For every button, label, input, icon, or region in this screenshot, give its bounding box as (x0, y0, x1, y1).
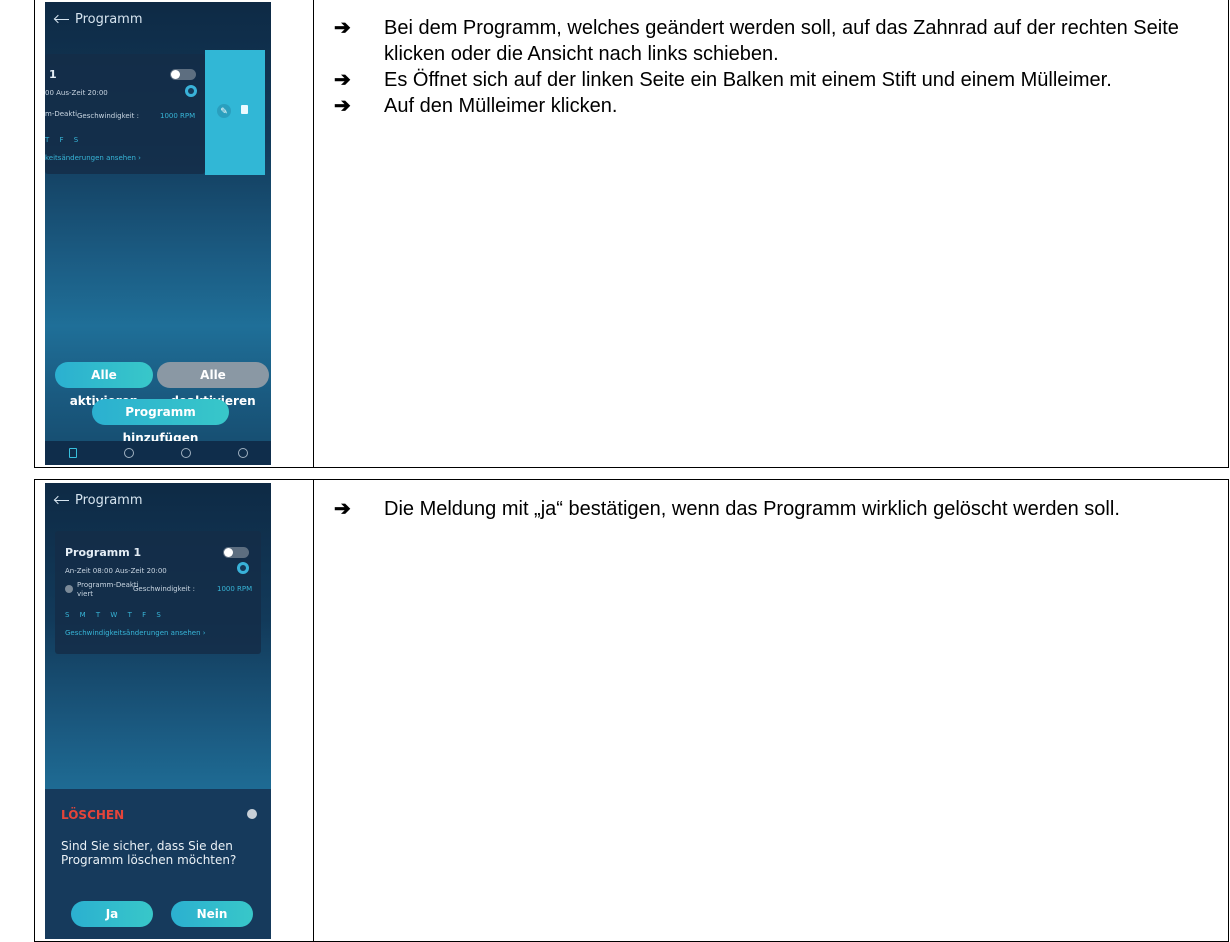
step-text: Bei dem Programm, welches geändert werde… (384, 17, 1179, 65)
step-item: ➔ Bei dem Programm, welches geändert wer… (334, 15, 1206, 67)
swipe-action-bar: ✎ (205, 50, 265, 175)
program-toggle[interactable] (170, 69, 196, 80)
speed-label: Geschwindigkeit : (77, 112, 139, 120)
app-header: Programm (55, 493, 143, 508)
back-arrow-icon[interactable] (55, 15, 69, 25)
page-title: Programm (75, 493, 143, 508)
phone-screenshot: Programm 1 00 Aus-Zeit 20:00 m-Deakti Ge… (45, 2, 271, 465)
activate-all-button[interactable]: Alle aktivieren (55, 362, 153, 408)
deactivation-label-2: viert (77, 590, 94, 598)
arrow-icon: ➔ (334, 69, 351, 91)
instruction-table-1: Programm 1 00 Aus-Zeit 20:00 m-Deakti Ge… (34, 0, 1229, 468)
program-toggle[interactable] (223, 547, 249, 558)
program-card[interactable]: 1 00 Aus-Zeit 20:00 m-Deakti Geschwindig… (45, 54, 205, 174)
arrow-icon: ➔ (334, 17, 351, 39)
trash-icon[interactable] (241, 105, 248, 114)
gear-icon[interactable] (237, 562, 249, 574)
weekdays: S M T W T F S (65, 611, 165, 619)
no-button[interactable]: Nein (171, 901, 253, 927)
gear-icon[interactable] (185, 85, 197, 97)
arrow-icon: ➔ (334, 95, 351, 117)
instruction-text-cell: ➔ Bei dem Programm, welches geändert wer… (314, 0, 1228, 467)
step-item: ➔ Die Meldung mit „ja“ bestätigen, wenn … (334, 496, 1206, 522)
speed-value: 1000 RPM (160, 112, 196, 120)
settings-tab-icon[interactable] (237, 448, 248, 458)
phone-screenshot: Programm Programm 1 An-Zeit 08:00 Aus-Ze… (45, 483, 271, 939)
speed-value: 1000 RPM (217, 585, 253, 593)
dialog-message: Sind Sie sicher, dass Sie den Programm l… (61, 839, 237, 867)
speed-label: Geschwindigkeit : (133, 585, 195, 593)
status-dot (65, 585, 73, 593)
speed-changes-link[interactable]: Geschwindigkeitsänderungen ansehen › (65, 629, 206, 637)
yes-button[interactable]: Ja (71, 901, 153, 927)
program-title: 1 (49, 68, 57, 81)
deactivate-all-button[interactable]: Alle deaktivieren (157, 362, 269, 408)
deactivation-label-1: Programm-Deakti (77, 581, 139, 589)
arrow-icon: ➔ (334, 498, 351, 520)
program-times: An-Zeit 08:00 Aus-Zeit 20:00 (65, 567, 167, 575)
step-text: Es Öffnet sich auf der linken Seite ein … (384, 69, 1112, 91)
program-card[interactable]: Programm 1 An-Zeit 08:00 Aus-Zeit 20:00 … (55, 531, 261, 654)
dialog-title: LÖSCHEN (61, 808, 125, 822)
instruction-table-2: Programm Programm 1 An-Zeit 08:00 Aus-Ze… (34, 479, 1229, 942)
program-title: Programm 1 (65, 546, 142, 559)
app-header: Programm (55, 12, 143, 27)
screenshot-cell: Programm Programm 1 An-Zeit 08:00 Aus-Ze… (35, 480, 314, 941)
device-tab-icon[interactable] (68, 448, 77, 458)
step-text: Auf den Mülleimer klicken. (384, 95, 618, 117)
help-tab-icon[interactable] (180, 448, 191, 458)
speed-changes-link[interactable]: keitsänderungen ansehen › (45, 154, 141, 162)
program-times: 00 Aus-Zeit 20:00 (45, 89, 108, 97)
step-item: ➔ Auf den Mülleimer klicken. (334, 93, 1206, 119)
profile-tab-icon[interactable] (123, 448, 134, 458)
pencil-icon[interactable]: ✎ (217, 104, 231, 118)
step-text: Die Meldung mit „ja“ bestätigen, wenn da… (384, 498, 1120, 520)
add-program-button[interactable]: Programm hinzufügen (92, 399, 229, 445)
tab-bar (45, 441, 271, 465)
close-icon[interactable] (247, 809, 257, 819)
delete-dialog: LÖSCHEN Sind Sie sicher, dass Sie den Pr… (45, 789, 271, 939)
deactivation-label: m-Deakti (45, 110, 78, 118)
step-item: ➔ Es Öffnet sich auf der linken Seite ei… (334, 67, 1206, 93)
page-title: Programm (75, 12, 143, 27)
instruction-text-cell: ➔ Die Meldung mit „ja“ bestätigen, wenn … (314, 480, 1228, 941)
screenshot-cell: Programm 1 00 Aus-Zeit 20:00 m-Deakti Ge… (35, 0, 314, 467)
back-arrow-icon[interactable] (55, 496, 69, 506)
weekdays: T F S (45, 136, 83, 144)
